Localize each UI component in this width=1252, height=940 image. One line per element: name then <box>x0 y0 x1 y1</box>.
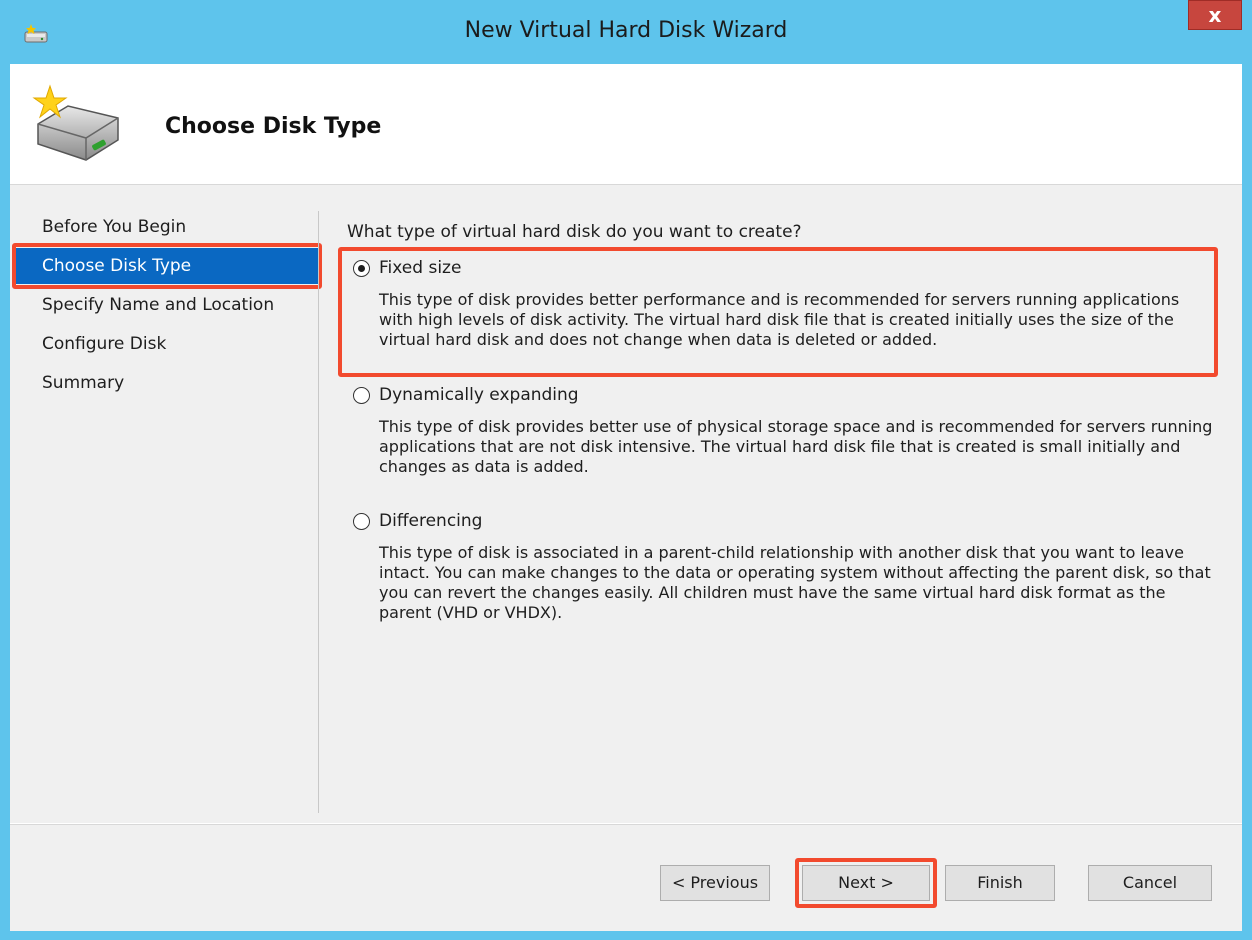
wizard-header: Choose Disk Type <box>10 64 1242 185</box>
annotation-highlight-sidebar <box>12 243 322 289</box>
wizard-client-area: Choose Disk Type Before You Begin Choose… <box>10 64 1242 931</box>
hard-disk-wizard-icon <box>32 84 119 161</box>
dynamically-expanding-label[interactable]: Dynamically expanding <box>379 385 579 405</box>
vertical-divider <box>318 211 319 813</box>
sidebar-item-configure-disk[interactable]: Configure Disk <box>13 326 318 362</box>
sidebar-item-summary[interactable]: Summary <box>13 365 318 401</box>
dynamically-expanding-description: This type of disk provides better use of… <box>379 417 1213 476</box>
close-button[interactable]: x <box>1188 0 1242 30</box>
wizard-window: New Virtual Hard Disk Wizard x Choose Di… <box>0 0 1252 940</box>
differencing-description: This type of disk is associated in a par… <box>379 543 1211 622</box>
wizard-steps-sidebar: Before You Begin Choose Disk Type Specif… <box>10 185 322 823</box>
finish-button[interactable]: Finish <box>945 865 1055 901</box>
option-dynamically-expanding: Dynamically expanding This type of disk … <box>353 385 1213 476</box>
annotation-highlight-next <box>795 858 937 908</box>
question-text: What type of virtual hard disk do you wa… <box>347 222 802 242</box>
differencing-radio[interactable] <box>353 513 370 530</box>
cancel-button[interactable]: Cancel <box>1088 865 1212 901</box>
dynamically-expanding-radio[interactable] <box>353 387 370 404</box>
sidebar-item-before-you-begin[interactable]: Before You Begin <box>13 209 318 245</box>
title-bar: New Virtual Hard Disk Wizard x <box>0 0 1252 64</box>
wizard-body: Before You Begin Choose Disk Type Specif… <box>10 185 1242 823</box>
sidebar-item-specify-name-and-location[interactable]: Specify Name and Location <box>13 287 318 323</box>
window-title: New Virtual Hard Disk Wizard <box>464 18 788 43</box>
differencing-label[interactable]: Differencing <box>379 511 482 531</box>
page-title: Choose Disk Type <box>165 114 382 139</box>
annotation-highlight-fixed-size <box>338 247 1218 377</box>
previous-button[interactable]: < Previous <box>660 865 770 901</box>
disk-type-panel: What type of virtual hard disk do you wa… <box>338 185 1220 823</box>
option-differencing: Differencing This type of disk is associ… <box>353 511 1213 622</box>
wizard-footer: < Previous Next > Finish Cancel <box>10 824 1242 931</box>
